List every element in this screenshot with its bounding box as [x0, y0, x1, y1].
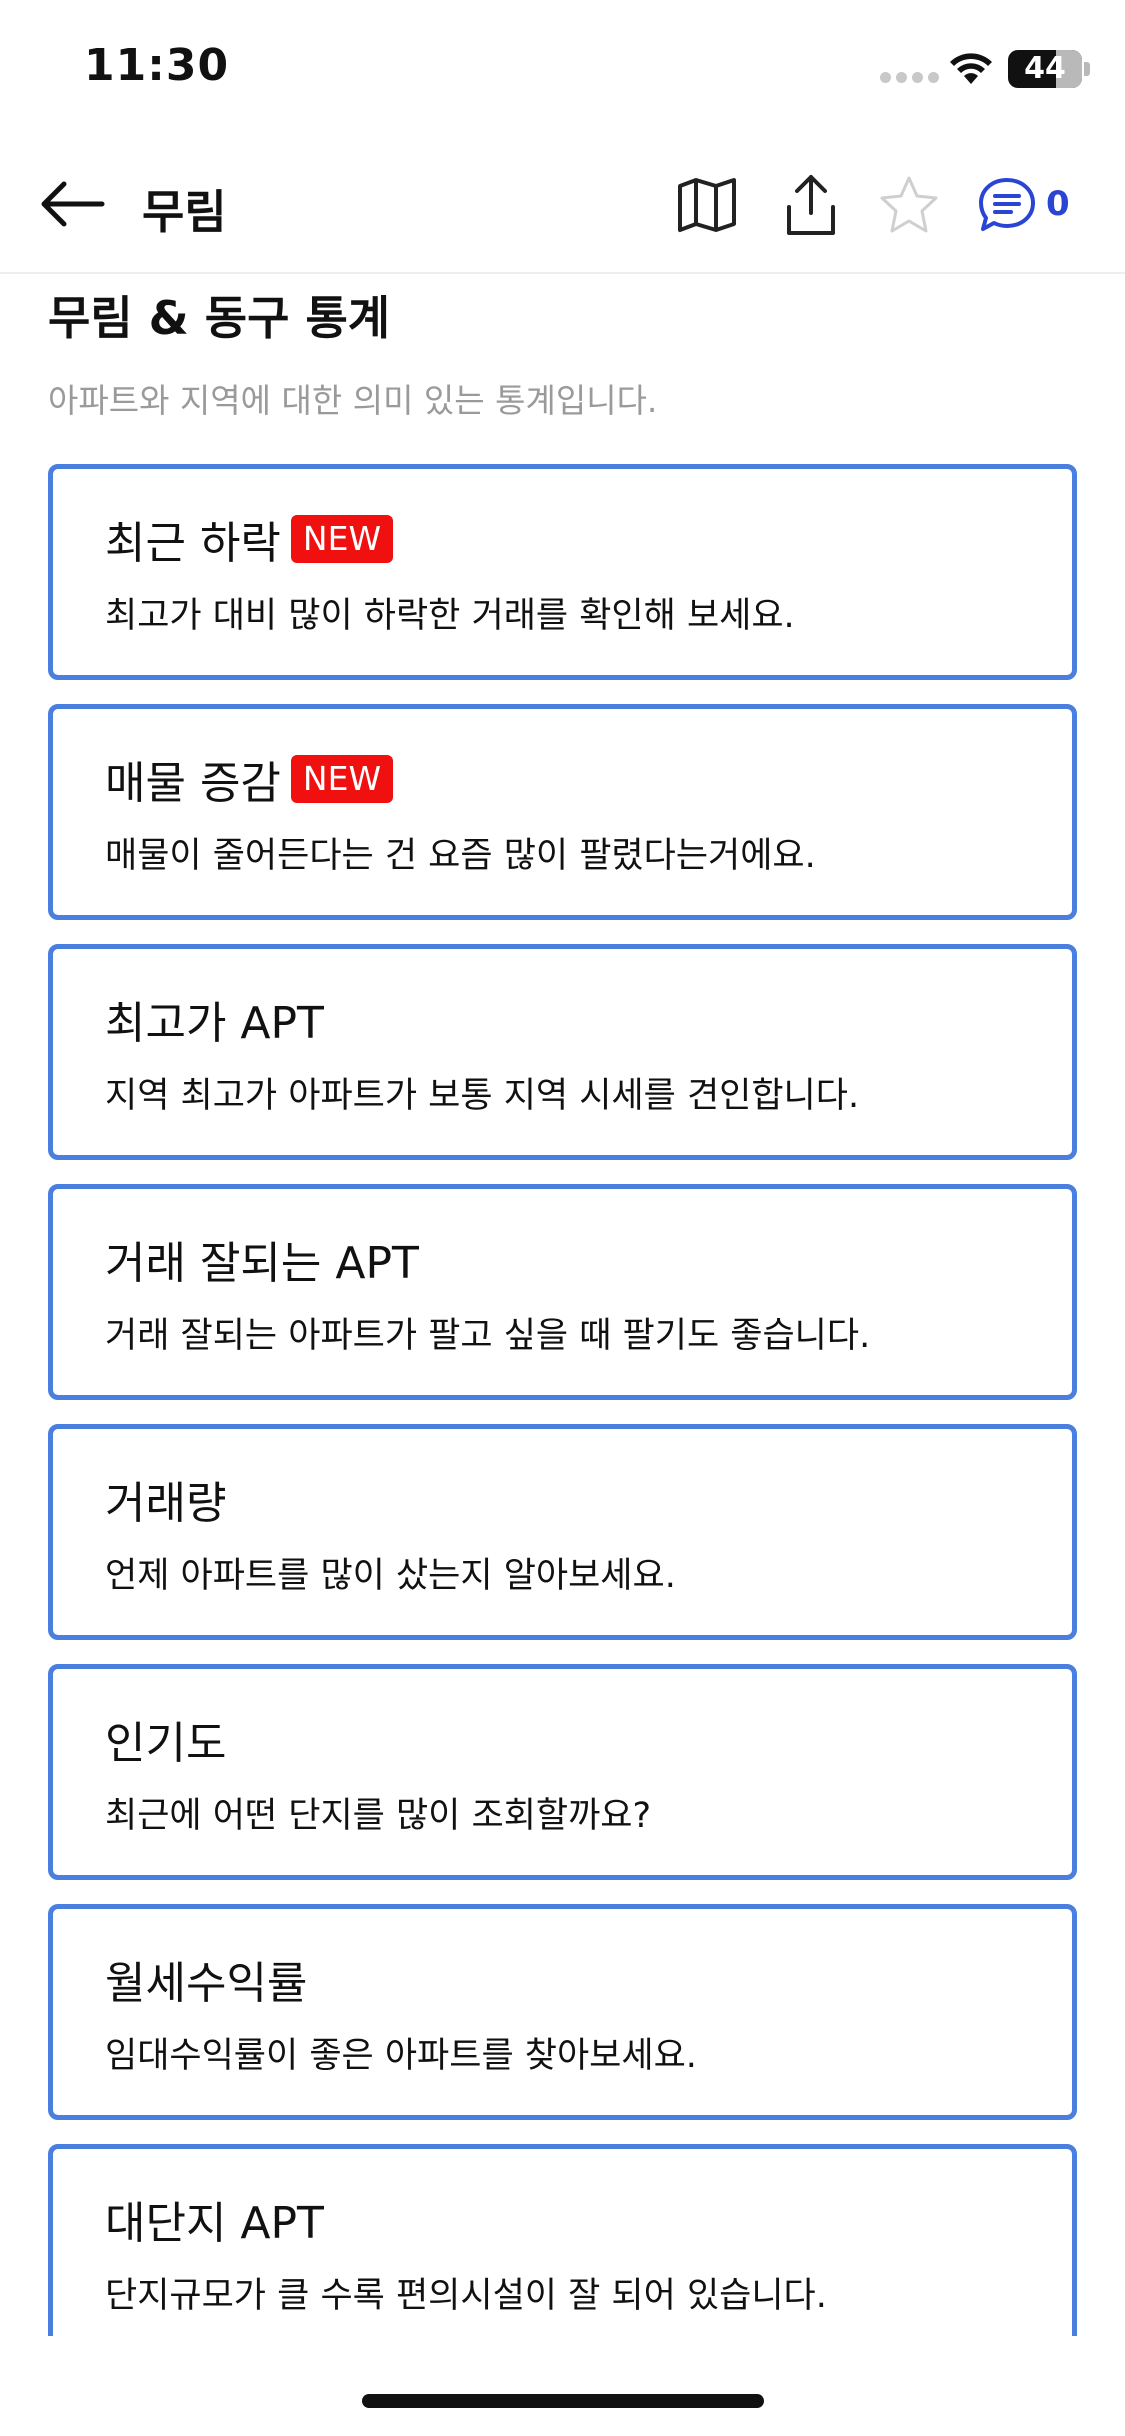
stat-card-rent-yield[interactable]: 월세수익률 임대수익률이 좋은 아파트를 찾아보세요.: [48, 1904, 1077, 2120]
map-button[interactable]: [672, 170, 742, 240]
card-title: 최근 하락: [105, 518, 281, 569]
card-description: 매물이 줄어든다는 건 요즘 많이 팔렸다는거에요.: [105, 836, 816, 876]
stat-card-top-price-apt[interactable]: 최고가 APT 지역 최고가 아파트가 보통 지역 시세를 견인합니다.: [48, 944, 1077, 1160]
stat-card-popularity[interactable]: 인기도 최근에 어떤 단지를 많이 조회할까요?: [48, 1664, 1077, 1880]
share-button[interactable]: [776, 170, 846, 240]
comment-icon: [979, 178, 1035, 231]
stat-card-listing-change[interactable]: 매물 증감 NEW 매물이 줄어든다는 건 요즘 많이 팔렸다는거에요.: [48, 704, 1077, 920]
share-icon: [787, 175, 835, 235]
card-description: 언제 아파트를 많이 샀는지 알아보세요.: [105, 1556, 676, 1596]
nav-bar: 무림 0: [0, 140, 1125, 274]
map-icon: [678, 178, 736, 232]
comment-count[interactable]: 0: [1046, 184, 1070, 224]
card-title: 최고가 APT: [105, 998, 324, 1049]
favorite-button[interactable]: [874, 170, 944, 240]
card-title: 월세수익률: [105, 1958, 308, 2009]
card-description: 최근에 어떤 단지를 많이 조회할까요?: [105, 1796, 652, 1836]
stat-card-active-trade-apt[interactable]: 거래 잘되는 APT 거래 잘되는 아파트가 팔고 싶을 때 팔기도 좋습니다.: [48, 1184, 1077, 1400]
star-icon: [880, 176, 938, 233]
battery-icon: 44: [1008, 50, 1082, 88]
card-title: 대단지 APT: [105, 2198, 324, 2249]
home-indicator: [362, 2394, 764, 2408]
stat-card-large-complex-apt[interactable]: 대단지 APT 단지규모가 클 수록 편의시설이 잘 되어 있습니다.: [48, 2144, 1077, 2336]
card-description: 거래 잘되는 아파트가 팔고 싶을 때 팔기도 좋습니다.: [105, 1316, 871, 1356]
new-badge: NEW: [290, 755, 394, 803]
card-title: 거래량: [105, 1478, 227, 1529]
section-subtitle: 아파트와 지역에 대한 의미 있는 통계입니다.: [48, 381, 658, 420]
section-title: 무림 & 동구 통계: [48, 291, 391, 345]
card-title: 매물 증감: [105, 758, 281, 809]
battery-tip: [1084, 62, 1090, 76]
battery-level: 44: [1024, 51, 1066, 86]
wifi-icon: [950, 53, 992, 84]
status-time: 11:30: [84, 40, 230, 91]
stats-content: 무림 & 동구 통계 아파트와 지역에 대한 의미 있는 통계입니다. 최근 하…: [0, 276, 1125, 2336]
stat-card-recent-drop[interactable]: 최근 하락 NEW 최고가 대비 많이 하락한 거래를 확인해 보세요.: [48, 464, 1077, 680]
cellular-signal-icon: [880, 72, 939, 83]
card-description: 단지규모가 클 수록 편의시설이 잘 되어 있습니다.: [105, 2276, 827, 2316]
comment-button[interactable]: [972, 170, 1042, 240]
status-bar: 11:30 44: [0, 0, 1125, 140]
back-arrow-icon[interactable]: [38, 180, 106, 228]
card-description: 임대수익률이 좋은 아파트를 찾아보세요.: [105, 2036, 697, 2076]
screen: 11:30 44 무림 0 무림 & 동구 통계 아파트와 지역에 대한 의미 …: [0, 0, 1125, 2436]
card-title: 인기도: [105, 1718, 227, 1769]
card-description: 지역 최고가 아파트가 보통 지역 시세를 견인합니다.: [105, 1076, 860, 1116]
stat-card-trade-volume[interactable]: 거래량 언제 아파트를 많이 샀는지 알아보세요.: [48, 1424, 1077, 1640]
new-badge: NEW: [290, 515, 394, 563]
card-title: 거래 잘되는 APT: [105, 1238, 419, 1289]
page-title: 무림: [142, 185, 227, 239]
card-description: 최고가 대비 많이 하락한 거래를 확인해 보세요.: [105, 596, 795, 636]
